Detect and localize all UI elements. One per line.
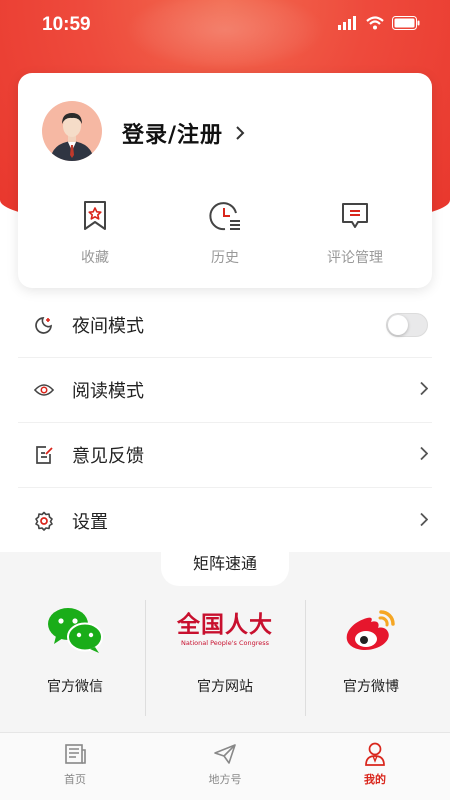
login-register-label: 登录/注册 [122,123,224,148]
comment-management-button[interactable]: 评论管理 [310,199,400,267]
tab-mine-label: 我的 [364,773,386,786]
chevron-right-icon [420,512,429,526]
official-weibo-button[interactable]: 官方微博 [296,600,446,718]
battery-icon [392,16,420,30]
night-mode-toggle[interactable] [386,313,428,337]
feedback-label: 意见反馈 [72,446,144,467]
toggle-knob [388,315,408,335]
wechat-icon [48,608,103,653]
npc-logo-subtext: National People's Congress [180,639,270,647]
tab-mine[interactable]: 我的 [325,741,425,787]
comment-management-label: 评论管理 [327,250,383,266]
official-website-button[interactable]: 全国人大 National People's Congress 官方网站 [150,600,300,718]
favorites-button[interactable]: 收藏 [50,199,140,267]
tab-local-label: 地方号 [208,773,242,786]
chevron-right-icon [236,126,245,140]
feedback-icon [36,446,53,464]
night-mode-icon [35,317,52,334]
newspaper-icon [65,744,86,764]
eye-icon [34,384,54,396]
chevron-right-icon [420,381,429,396]
avatar[interactable] [42,101,102,161]
chevron-right-icon [420,446,429,461]
npc-logo-text: 全国人大 [177,612,273,638]
signal-icon [338,16,356,30]
history-label: 历史 [211,250,239,266]
history-button[interactable]: 历史 [180,199,270,267]
matrix-title: 矩阵速通 [161,550,289,586]
bottom-tab-bar: 首页 地方号 我的 [0,732,450,800]
weibo-icon [346,610,395,650]
official-weibo-label: 官方微博 [343,679,399,695]
status-icons [338,16,420,30]
menu-item-night-mode[interactable]: 夜间模式 [18,293,432,358]
user-icon [365,742,385,766]
official-wechat-button[interactable]: 官方微信 [0,600,150,718]
night-mode-label: 夜间模式 [72,316,144,337]
official-website-label: 官方网站 [197,679,253,695]
login-register-link[interactable]: 登录/注册 [122,117,245,149]
official-wechat-label: 官方微信 [47,679,103,695]
history-clock-icon [209,202,240,231]
tab-home-label: 首页 [64,773,86,786]
bookmark-star-icon [84,201,106,230]
matrix-section: 矩阵速通 官方微信 全国人大 National People's Congres… [0,550,450,732]
comment-icon [342,203,368,228]
status-time: 10:59 [42,14,91,35]
settings-menu: 夜间模式 阅读模式 意见反馈 设置 [0,293,450,553]
profile-card: 登录/注册 收藏 历史 评论管理 [18,73,432,288]
gear-icon [35,511,53,531]
settings-label: 设置 [72,511,108,533]
paper-plane-icon [214,744,236,764]
tab-local[interactable]: 地方号 [175,741,275,787]
menu-item-settings[interactable]: 设置 [18,488,432,553]
avatar-person-icon [50,113,94,161]
favorites-label: 收藏 [81,250,109,266]
wifi-icon [366,16,384,30]
reading-mode-label: 阅读模式 [72,381,144,402]
tab-home[interactable]: 首页 [25,741,125,787]
column-divider [145,600,146,716]
status-bar: 10:59 [0,0,450,50]
menu-item-reading-mode[interactable]: 阅读模式 [18,358,432,423]
menu-item-feedback[interactable]: 意见反馈 [18,423,432,488]
npc-logo-icon: 全国人大 National People's Congress [150,600,300,660]
